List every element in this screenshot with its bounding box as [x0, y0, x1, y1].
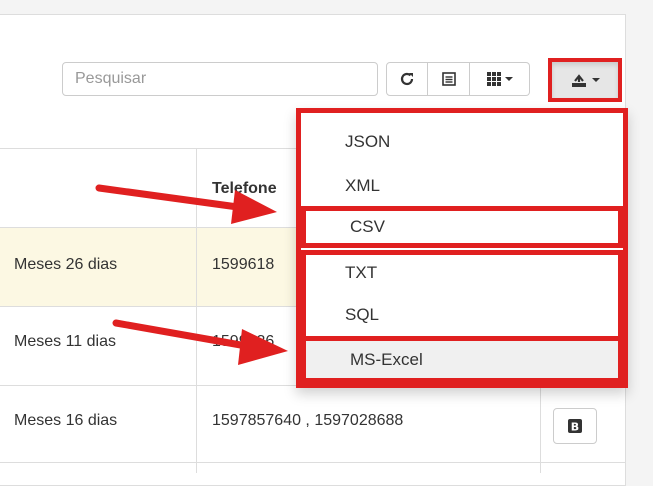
- cell-phones: 1599636: [212, 333, 275, 350]
- cell-duration: Meses 26 dias: [14, 256, 118, 273]
- menu-item-txt[interactable]: TXT: [301, 255, 623, 291]
- toggle-view-button[interactable]: [428, 62, 470, 96]
- export-button[interactable]: [548, 58, 622, 102]
- list-view-icon: [441, 72, 456, 86]
- cell-duration: Meses 16 dias: [14, 412, 118, 429]
- column-header-phone[interactable]: Telefone: [212, 180, 277, 198]
- svg-text:B: B: [571, 421, 579, 434]
- refresh-icon: [400, 72, 414, 86]
- menu-item-xml[interactable]: XML: [301, 164, 623, 208]
- cell-phones: 1599618: [212, 256, 275, 273]
- cell-phones: 1597857640 , 1597028688: [212, 412, 404, 429]
- chevron-down-icon: [592, 78, 600, 82]
- columns-button[interactable]: [470, 62, 530, 96]
- menu-item-ms-excel[interactable]: MS-Excel: [301, 336, 623, 383]
- columns-icon: [486, 72, 501, 86]
- toolbar-button-group: [386, 62, 530, 96]
- menu-item-json[interactable]: JSON: [301, 122, 623, 162]
- table-column-divider: [196, 148, 197, 473]
- chevron-down-icon: [504, 77, 513, 81]
- table-row-border: [0, 462, 625, 463]
- b-icon: B: [568, 419, 582, 434]
- refresh-button[interactable]: [386, 62, 428, 96]
- export-dropdown-menu: JSON XML CSV TXT SQL MS-Excel: [296, 108, 628, 388]
- cell-duration: Meses 11 dias: [14, 333, 116, 350]
- menu-item-csv[interactable]: CSV: [301, 206, 623, 248]
- search-input[interactable]: [62, 62, 378, 96]
- export-icon: [572, 74, 586, 87]
- menu-item-sql[interactable]: SQL: [301, 297, 623, 333]
- row-action-button[interactable]: B: [553, 408, 597, 444]
